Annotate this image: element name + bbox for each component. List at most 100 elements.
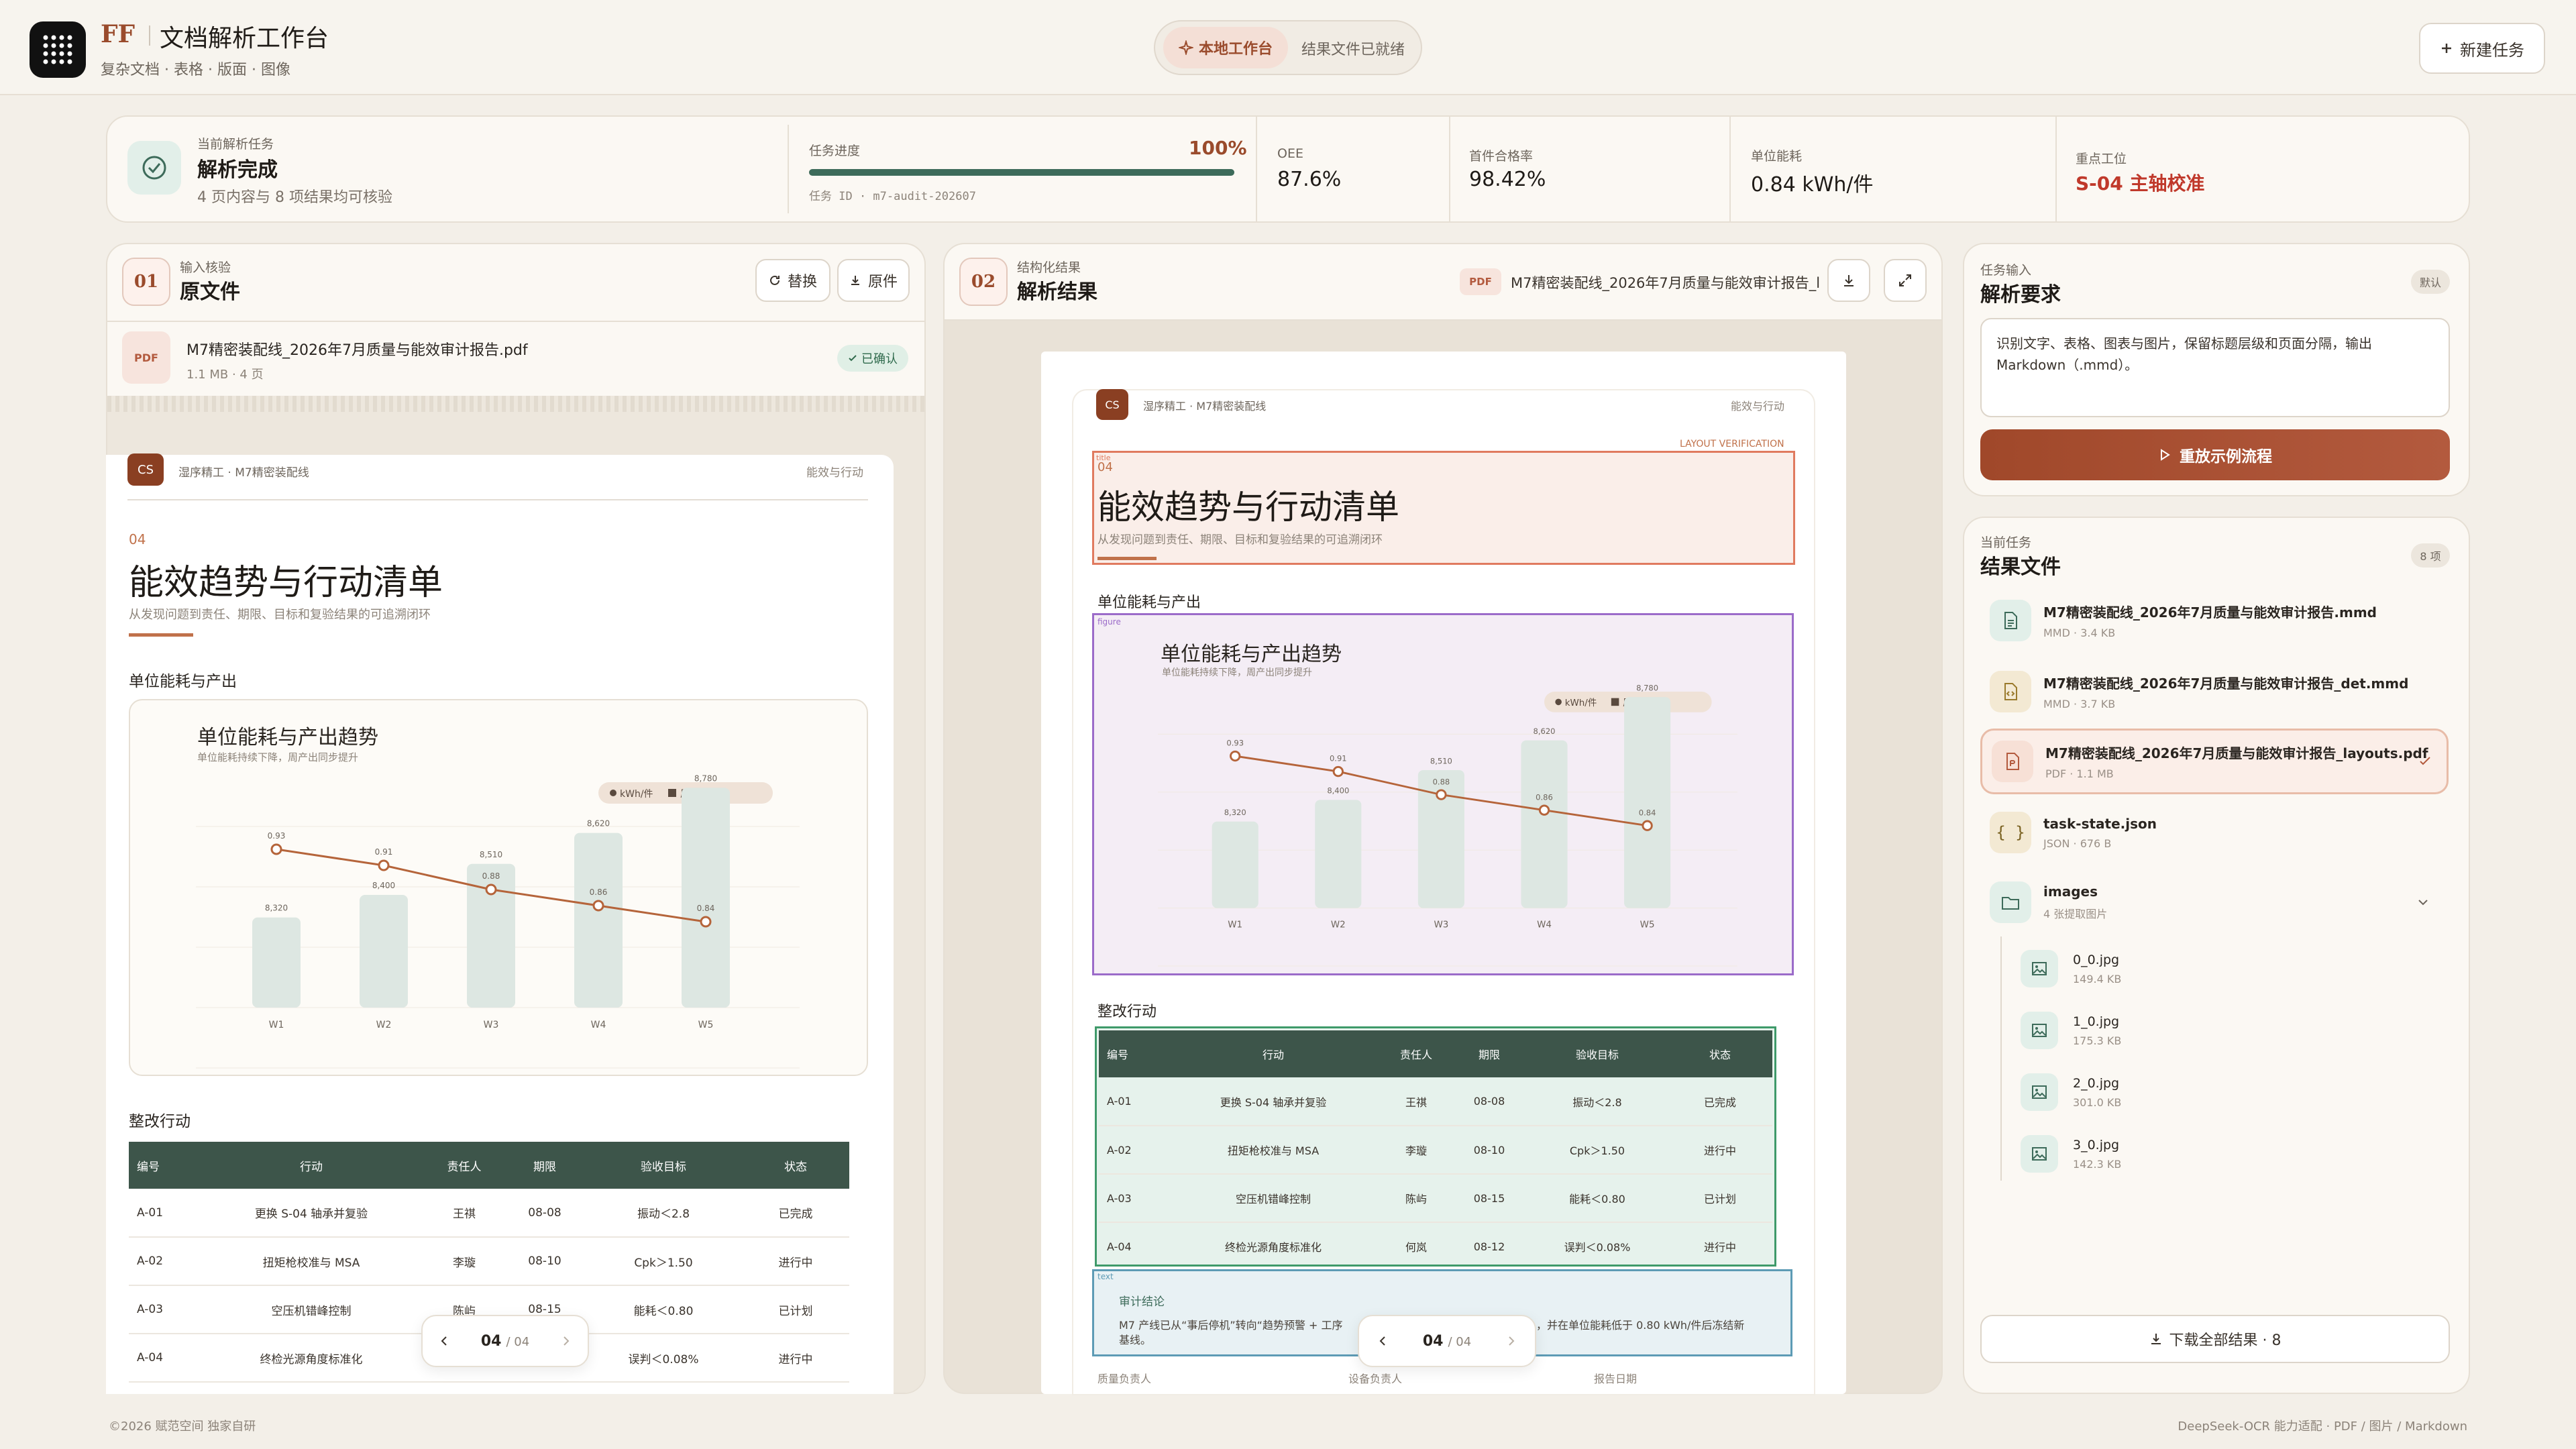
panel-title: 解析结果	[1017, 280, 1097, 304]
x-tick-label: W1	[1228, 920, 1242, 930]
table-cell: A-02	[1099, 1126, 1166, 1175]
pager-total: / 04	[1448, 1334, 1472, 1349]
file-name: task-state.json	[2043, 815, 2157, 832]
audit-text-2: ，并在单位能耗低于 0.80 kWh/件后冻结新	[1536, 1319, 1745, 1332]
doc-title: 能效趋势与行动清单	[129, 563, 443, 603]
app-subtitle: 复杂文档 · 表格 · 版面 · 图像	[101, 62, 290, 78]
metric-oee-value: 87.6%	[1277, 168, 1342, 191]
bar-value-label: 8,400	[372, 881, 395, 890]
result-chart-svg: kWh/件周产出8,320W18,400W28,510W38,620W48,78…	[1158, 684, 1738, 967]
summary-divider	[1729, 115, 1731, 223]
image-name: 2_0.jpg	[2073, 1075, 2120, 1091]
app-logo-icon	[30, 21, 86, 78]
next-page-icon[interactable]	[560, 1335, 572, 1347]
prev-page-icon[interactable]	[438, 1335, 450, 1347]
sparkle-icon	[1178, 40, 1193, 55]
image-file-item[interactable]: 1_0.jpg 175.3 KB	[2021, 1004, 2121, 1057]
bar-value-label: 8,320	[1224, 808, 1246, 817]
table-cell: 更换 S-04 轴承并复验	[1166, 1077, 1381, 1126]
count-label: 8 项	[2420, 550, 2441, 563]
summary-divider	[788, 125, 789, 213]
table-cell: 误判＜0.08%	[1527, 1222, 1668, 1271]
download-result-button[interactable]	[1827, 259, 1870, 302]
chart-bar	[574, 833, 623, 1008]
text-box-tag: text	[1097, 1272, 1114, 1281]
title-accent-bar	[1097, 557, 1157, 560]
result-file-item[interactable]: { } task-state.json JSON · 676 B	[1980, 800, 2449, 865]
section-number: 04	[129, 531, 146, 547]
chart-line-point	[1642, 820, 1653, 831]
table-cell: 王祺	[1381, 1077, 1452, 1126]
result-file-item[interactable]: M7精密装配线_2026年7月质量与能效审计报告.mmd MMD · 3.4 KB	[1980, 588, 2449, 653]
new-task-button[interactable]: 新建任务	[2419, 23, 2545, 74]
next-page-icon[interactable]	[1505, 1335, 1517, 1347]
table-row: A-02 扭矩枪校准与 MSA 李璇 08-10 Cpk＞1.50 进行中	[1099, 1126, 1772, 1175]
table-cell: 已计划	[1668, 1174, 1772, 1223]
braces-icon: { }	[1990, 812, 2031, 853]
result-file-item-selected[interactable]: M7精密装配线_2026年7月质量与能效审计报告_layouts.pdf PDF …	[1980, 729, 2449, 794]
image-file-item[interactable]: 3_0.jpg 142.3 KB	[2021, 1127, 2121, 1181]
x-tick-label: W3	[1434, 920, 1448, 930]
download-all-label: 下载全部结果 · 8	[2169, 1332, 2282, 1349]
table-heading: 整改行动	[1097, 1004, 1157, 1020]
table-cell: 更换 S-04 轴承并复验	[199, 1189, 424, 1238]
file-meta: PDF · 1.1 MB	[2045, 767, 2114, 780]
summary-divider	[1449, 115, 1450, 223]
table-header-row: 编号 行动 责任人 期限 验收目标 状态	[129, 1142, 849, 1189]
tree-line	[2000, 936, 2002, 1181]
table-row: A-04终检光源角度标准化何岚08-12误判＜0.08%进行中	[1099, 1222, 1772, 1271]
doc-title: 能效趋势与行动清单	[1097, 488, 1399, 527]
audit-title: 审计结论	[1119, 1295, 1165, 1309]
results-title: 结果文件	[1980, 555, 2061, 579]
metric-station-value: S-04 主轴校准	[2076, 172, 2205, 195]
x-tick-label: W5	[698, 1020, 714, 1030]
new-task-label: 新建任务	[2460, 40, 2524, 60]
file-meta: MMD · 3.7 KB	[2043, 698, 2116, 710]
file-name: M7精密装配线_2026年7月质量与能效审计报告_det.mmd	[2043, 676, 2409, 692]
doc-subtitle: 从发现问题到责任、期限、目标和复验结果的可追溯闭环	[1097, 533, 1383, 547]
expand-button[interactable]	[1884, 259, 1927, 302]
table-heading: 整改行动	[129, 1113, 191, 1130]
table-header: 行动	[199, 1142, 424, 1189]
bar-value-label: 8,510	[1430, 756, 1452, 765]
metric-yield-label: 首件合格率	[1469, 149, 1534, 164]
download-all-button[interactable]: 下载全部结果 · 8	[1980, 1315, 2450, 1363]
task-input-title: 解析要求	[1980, 283, 2061, 307]
result-action-table: 编号 行动 责任人 期限 验收目标 状态 A-01 更换 S-04 轴承并复验 王祺…	[1099, 1030, 1772, 1271]
table-header: 编号	[129, 1142, 199, 1189]
table-cell: 李璇	[1381, 1126, 1452, 1175]
result-file-item[interactable]: M7精密装配线_2026年7月质量与能效审计报告_det.mmd MMD · 3.…	[1980, 659, 2449, 724]
prev-page-icon[interactable]	[1377, 1335, 1389, 1347]
image-icon	[2021, 950, 2058, 987]
table-cell: 已完成	[1668, 1077, 1772, 1126]
line-value-label: 0.88	[482, 871, 500, 881]
progress-value: 100%	[1189, 137, 1247, 159]
default-label: 默认	[2419, 276, 2441, 289]
section-tag: 能效与行动	[806, 466, 863, 480]
table-row: A-01 更换 S-04 轴承并复验 王祺 08-08 振动＜2.8 已完成	[129, 1189, 849, 1238]
table-cell: Cpk＞1.50	[1527, 1126, 1668, 1175]
local-workbench-chip[interactable]: 本地工作台	[1163, 27, 1288, 68]
folder-name: images	[2043, 883, 2098, 900]
original-file-button[interactable]: 原件	[837, 259, 910, 302]
legend-label-line: kWh/件	[620, 789, 653, 800]
image-file-item[interactable]: 2_0.jpg 301.0 KB	[2021, 1065, 2121, 1119]
x-tick-label: W4	[591, 1020, 606, 1030]
chart-heading: 单位能耗与产出	[129, 673, 237, 690]
chart-line-point	[1538, 804, 1550, 816]
table-cell: 进行中	[1668, 1222, 1772, 1271]
result-pager: 04 / 04	[1358, 1315, 1536, 1367]
document-icon	[1990, 600, 2031, 641]
line-value-label: 0.91	[375, 847, 393, 857]
images-folder[interactable]: images 4 张提取图片	[1980, 869, 2449, 935]
prompt-textarea[interactable]: 识别文字、表格、图表与图片，保留标题层级和页面分隔，输出 Markdown（.m…	[1980, 318, 2450, 417]
replay-demo-button[interactable]: 重放示例流程	[1980, 429, 2450, 480]
chevron-down-icon[interactable]	[2416, 896, 2430, 909]
page-stripes	[107, 396, 924, 412]
replace-button[interactable]: 替换	[755, 259, 830, 302]
file-name: M7精密装配线_2026年7月质量与能效审计报告.mmd	[2043, 604, 2377, 621]
play-icon	[2158, 448, 2171, 462]
image-file-item[interactable]: 0_0.jpg 149.4 KB	[2021, 942, 2121, 996]
check-circle-icon	[127, 141, 181, 195]
doc-divider	[127, 499, 868, 500]
